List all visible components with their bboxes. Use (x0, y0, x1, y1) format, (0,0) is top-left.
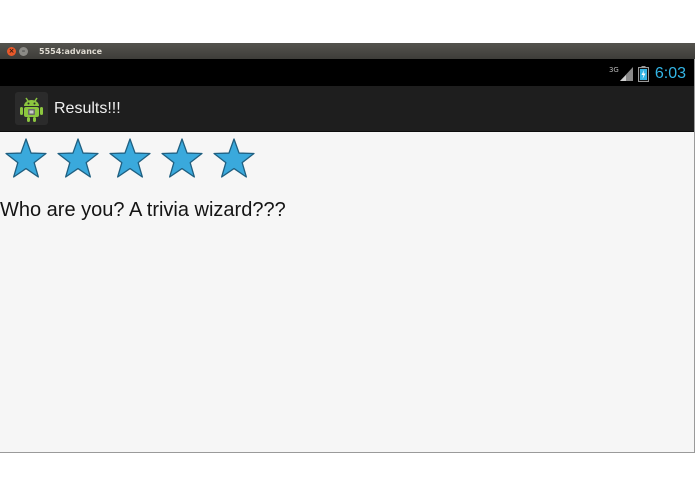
star-icon[interactable] (210, 136, 258, 180)
battery-icon (637, 65, 649, 82)
window-titlebar: × – 5554:advance (0, 43, 695, 59)
star-icon[interactable] (54, 136, 102, 180)
status-indicators: 3G 6:03 (609, 61, 686, 86)
android-robot-icon[interactable] (15, 92, 48, 125)
result-message: Who are you? A trivia wizard??? (0, 199, 286, 221)
window-close-button[interactable]: × (7, 46, 16, 56)
status-clock: 6:03 (654, 64, 686, 82)
star-icon[interactable] (158, 136, 206, 180)
action-bar-title: Results!!! (54, 99, 121, 117)
star-icon[interactable] (106, 136, 154, 180)
action-bar: Results!!! (0, 86, 694, 132)
emulator-screen: 3G 6:03 Results!!! Who are you? A trivia… (0, 59, 695, 453)
star-icon[interactable] (2, 136, 50, 180)
network-type-label: 3G (608, 65, 619, 74)
window-minimize-button[interactable]: – (19, 46, 28, 56)
window-title: 5554:advance (39, 46, 103, 56)
rating-bar[interactable] (2, 136, 262, 180)
status-bar: 3G 6:03 (0, 59, 694, 86)
signal-icon (619, 66, 633, 81)
